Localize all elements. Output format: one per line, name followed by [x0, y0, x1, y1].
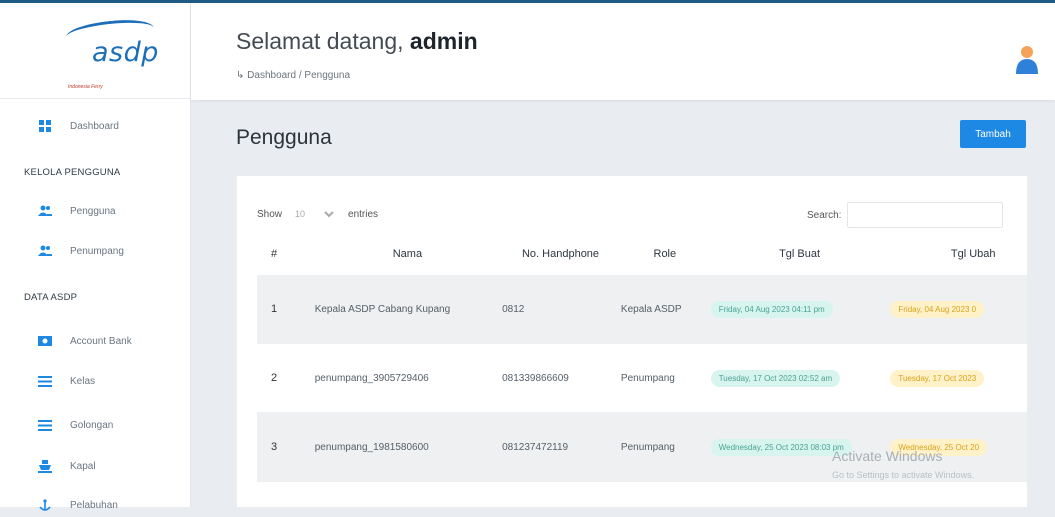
logo-subtitle: Indonesia Ferry	[68, 84, 103, 90]
cell-tgl-buat: Tuesday, 17 Oct 2023 02:52 am	[709, 343, 890, 413]
users-table: # Nama No. Handphone Role Tgl Buat Tgl U…	[257, 233, 1027, 482]
sidebar-label-kelas: Kelas	[70, 375, 96, 387]
tambah-button[interactable]: Tambah	[960, 120, 1026, 148]
cell-handphone: 081339866609	[501, 343, 620, 413]
anchor-icon	[38, 498, 52, 512]
search-label: Search:	[807, 209, 842, 221]
cell-tgl-ubah: Friday, 04 Aug 2023 0	[889, 275, 1027, 344]
cell-tgl-ubah: Tuesday, 17 Oct 2023	[889, 343, 1027, 413]
cell-role: Penumpang	[619, 412, 710, 482]
sidebar-label-golongan: Golongan	[70, 419, 114, 431]
cell-no: 2	[257, 343, 314, 413]
tgl-buat-badge: Friday, 04 Aug 2023 04:11 pm	[710, 300, 833, 318]
sidebar-item-penumpang[interactable]: Penumpang	[0, 239, 190, 263]
sidebar-item-kelas[interactable]: Kelas	[0, 369, 190, 393]
tgl-buat-badge: Tuesday, 17 Oct 2023 02:52 am	[710, 369, 841, 387]
welcome-text: Selamat datang,	[236, 28, 404, 54]
sidebar-item-dashboard[interactable]: Dashboard	[0, 114, 190, 138]
sidebar-item-kapal[interactable]: Kapal	[0, 454, 190, 478]
dashboard-icon	[38, 119, 52, 133]
list-icon	[38, 374, 52, 388]
welcome-message: Selamat datang, admin	[236, 28, 478, 55]
cell-role: Penumpang	[619, 343, 710, 413]
cell-handphone: 081237472119	[501, 412, 620, 482]
sidebar-item-golongan[interactable]: Golongan	[0, 413, 190, 437]
column-header-no[interactable]: #	[257, 233, 314, 275]
users-icon	[38, 204, 52, 218]
sidebar-item-pelabuhan[interactable]: Pelabuhan	[0, 493, 190, 517]
show-label: Show	[257, 208, 283, 220]
section-data-asdp: DATA ASDP	[24, 292, 78, 303]
users-icon	[38, 244, 52, 258]
cell-tgl-buat: Friday, 04 Aug 2023 04:11 pm	[709, 275, 890, 344]
money-icon	[38, 334, 52, 348]
tgl-buat-badge: Wednesday, 25 Oct 2023 08:03 pm	[710, 438, 852, 456]
sidebar-item-account-bank[interactable]: Account Bank	[0, 329, 190, 353]
activate-windows-subtitle: Go to Settings to activate Windows.	[832, 470, 975, 480]
entries-length-control: Show 10 entries	[257, 204, 378, 224]
sidebar-label-kapal: Kapal	[70, 460, 96, 472]
sidebar-item-pengguna[interactable]: Pengguna	[0, 199, 190, 223]
activate-windows-watermark: Activate Windows	[832, 448, 943, 464]
cell-nama: penumpang_3905729406	[313, 343, 502, 413]
column-header-tgl-ubah[interactable]: Tgl Ubah	[889, 233, 1027, 275]
column-header-role[interactable]: Role	[620, 233, 710, 275]
column-header-handphone[interactable]: No. Handphone	[501, 233, 620, 275]
logo-text: asdp	[92, 37, 159, 68]
tgl-ubah-badge: Tuesday, 17 Oct 2023	[890, 369, 985, 387]
cell-nama: penumpang_1981580600	[313, 412, 502, 482]
sidebar-label-account-bank: Account Bank	[70, 335, 132, 347]
table-row[interactable]: 2 penumpang_3905729406 081339866609 Penu…	[257, 343, 1027, 413]
sidebar-label-dashboard: Dashboard	[70, 120, 119, 132]
sidebar-label-pelabuhan: Pelabuhan	[70, 499, 118, 511]
tgl-ubah-badge: Friday, 04 Aug 2023 0	[890, 300, 985, 318]
entries-label: entries	[348, 208, 379, 220]
username: admin	[409, 28, 478, 54]
table-search: Search:	[807, 202, 1004, 228]
section-kelola-pengguna: KELOLA PENGGUNA	[24, 167, 121, 178]
column-header-nama[interactable]: Nama	[314, 233, 501, 275]
sidebar-label-penumpang: Penumpang	[70, 245, 124, 257]
user-avatar-icon[interactable]	[1014, 44, 1040, 74]
cell-nama: Kepala ASDP Cabang Kupang	[313, 275, 502, 344]
list-icon	[38, 418, 52, 432]
cell-no: 1	[257, 275, 314, 344]
sidebar-label-pengguna: Pengguna	[70, 205, 116, 217]
table-row[interactable]: 1 Kepala ASDP Cabang Kupang 0812 Kepala …	[257, 275, 1027, 344]
sidebar: asdp Indonesia Ferry Dashboard KELOLA PE…	[0, 3, 191, 511]
asdp-logo[interactable]: asdp Indonesia Ferry	[0, 3, 190, 99]
breadcrumb[interactable]: ↳ Dashboard / Pengguna	[236, 70, 350, 81]
cell-no: 3	[257, 412, 314, 482]
entries-select[interactable]: 10	[290, 204, 339, 224]
search-input[interactable]	[847, 202, 1004, 228]
page-title: Pengguna	[236, 126, 332, 149]
ship-icon	[38, 459, 52, 473]
cell-role: Kepala ASDP	[619, 275, 710, 344]
top-header: Selamat datang, admin ↳ Dashboard / Peng…	[191, 3, 1055, 100]
table-header-row: # Nama No. Handphone Role Tgl Buat Tgl U…	[257, 233, 1027, 275]
cell-handphone: 0812	[501, 275, 620, 344]
column-header-tgl-buat[interactable]: Tgl Buat	[710, 233, 890, 275]
